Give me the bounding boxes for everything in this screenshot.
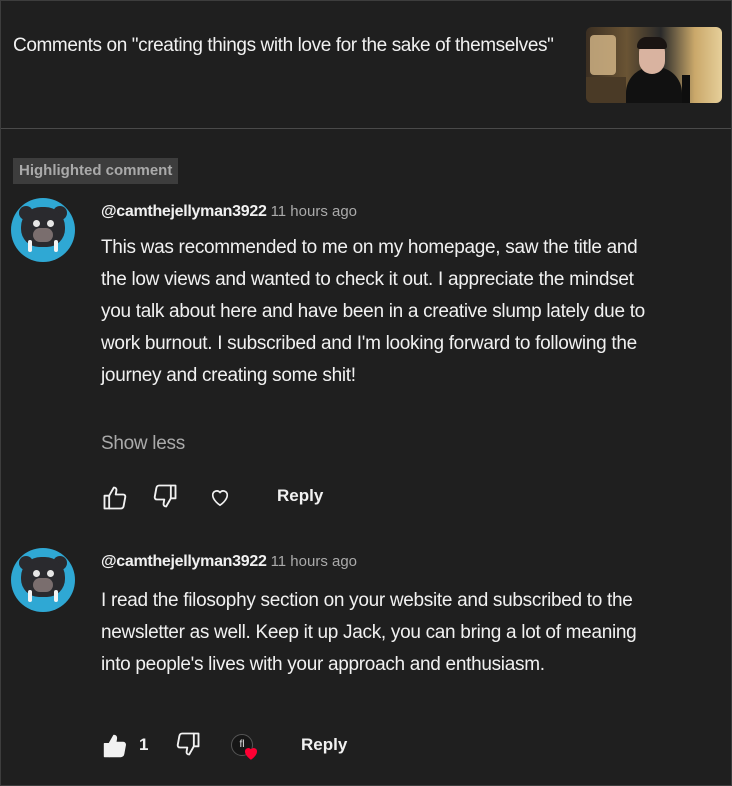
show-less-link[interactable]: Show less xyxy=(101,431,185,457)
comment-author-line: @camthejellyman3922 11 hours ago xyxy=(101,551,357,573)
thumb-down-icon xyxy=(176,732,200,756)
video-thumbnail[interactable] xyxy=(586,27,722,103)
dislike-button[interactable] xyxy=(149,482,181,510)
highlighted-comment-badge: Highlighted comment xyxy=(13,158,179,184)
author-handle[interactable]: @camthejellyman3922 xyxy=(101,203,267,220)
comments-header: Comments on "creating things with love f… xyxy=(1,1,731,129)
comment-author-line: @camthejellyman3922 11 hours ago xyxy=(101,201,357,223)
avatar[interactable] xyxy=(11,548,75,612)
avatar[interactable] xyxy=(11,198,75,262)
author-handle[interactable]: @camthejellyman3922 xyxy=(101,553,267,570)
like-count: 1 xyxy=(139,735,149,754)
comment-timestamp[interactable]: 11 hours ago xyxy=(271,203,357,220)
dislike-button[interactable] xyxy=(172,730,204,758)
thumb-up-icon xyxy=(103,486,127,510)
comments-title: Comments on "creating things with love f… xyxy=(13,35,554,56)
like-button[interactable] xyxy=(99,732,131,760)
heart-icon xyxy=(244,747,258,760)
reply-button[interactable]: Reply xyxy=(301,734,347,756)
comments-panel: Comments on "creating things with love f… xyxy=(0,0,732,786)
thumb-down-icon xyxy=(153,484,177,508)
comment-text: This was recommended to me on my homepag… xyxy=(101,237,645,386)
comment-timestamp[interactable]: 11 hours ago xyxy=(271,553,357,570)
heart-button[interactable] xyxy=(206,485,234,509)
like-button[interactable] xyxy=(99,484,131,512)
thumb-up-icon xyxy=(103,734,126,758)
comment-text: I read the filosophy section on your web… xyxy=(101,590,637,675)
reply-button[interactable]: Reply xyxy=(277,485,323,507)
heart-icon xyxy=(211,490,229,507)
creator-heart-icon[interactable]: fl xyxy=(231,734,259,762)
